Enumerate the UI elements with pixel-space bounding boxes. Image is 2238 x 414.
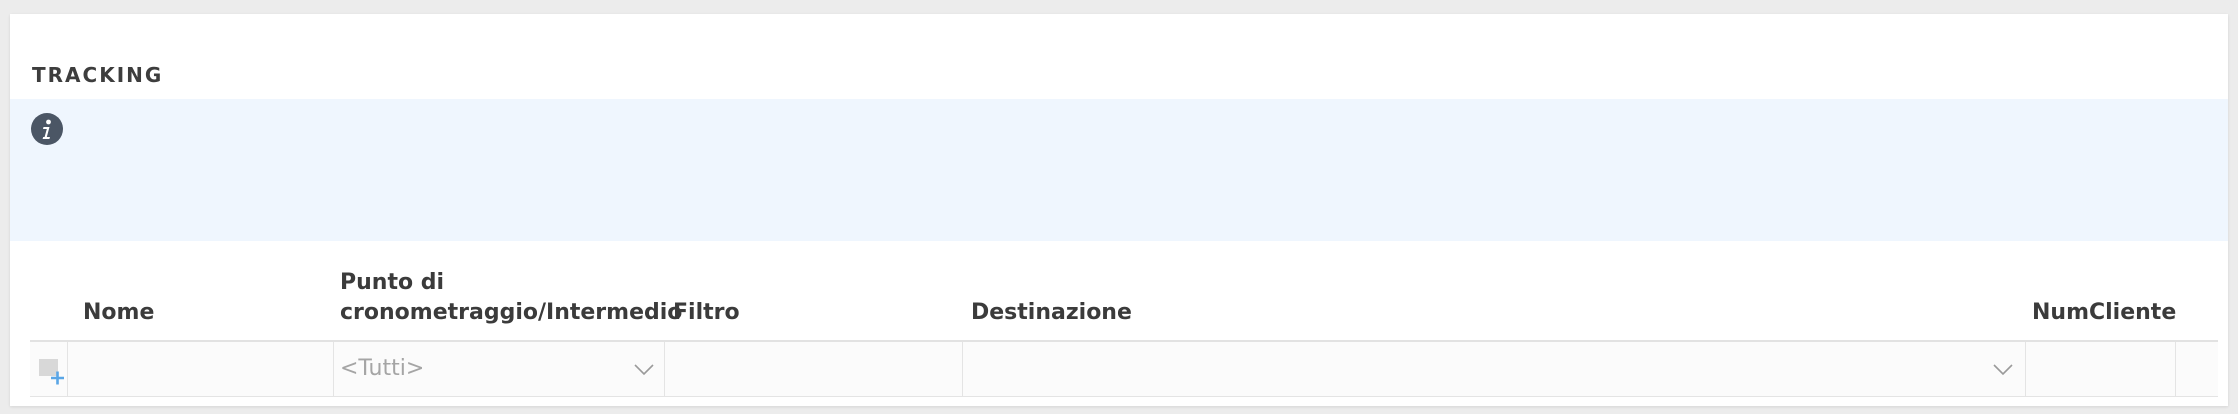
filter-row-spacer	[2176, 342, 2218, 396]
punto-filter-value: <Tutti>	[340, 356, 425, 381]
column-header-numcliente[interactable]: NumCliente	[2032, 250, 2202, 340]
filter-row: <Tutti>	[30, 342, 2218, 397]
add-row-icon[interactable]	[38, 358, 66, 390]
info-icon	[31, 113, 63, 145]
filtro-filter-input[interactable]	[665, 342, 963, 396]
column-header-destinazione[interactable]: Destinazione	[971, 250, 2021, 340]
column-header-nome[interactable]: Nome	[83, 250, 323, 340]
chevron-down-icon	[634, 361, 654, 380]
column-header-punto[interactable]: Punto di cronometraggio/Intermedio	[340, 250, 682, 340]
column-header-filtro[interactable]: Filtro	[673, 250, 953, 340]
info-box	[10, 99, 2228, 241]
numcliente-filter-input[interactable]	[2026, 342, 2176, 396]
nome-filter-input[interactable]	[68, 342, 334, 396]
grid-header-row: Nome Punto di cronometraggio/Intermedio …	[30, 250, 2218, 342]
destinazione-filter-select[interactable]	[963, 342, 2026, 396]
add-row-cell[interactable]	[30, 342, 68, 396]
panel-title: TRACKING	[32, 63, 164, 87]
chevron-down-icon	[1993, 361, 2013, 380]
tracking-panel: TRACKING Nome Punto di cronometraggio/In…	[10, 14, 2228, 406]
tracking-grid: Nome Punto di cronometraggio/Intermedio …	[30, 250, 2218, 400]
punto-filter-select[interactable]: <Tutti>	[334, 342, 665, 396]
